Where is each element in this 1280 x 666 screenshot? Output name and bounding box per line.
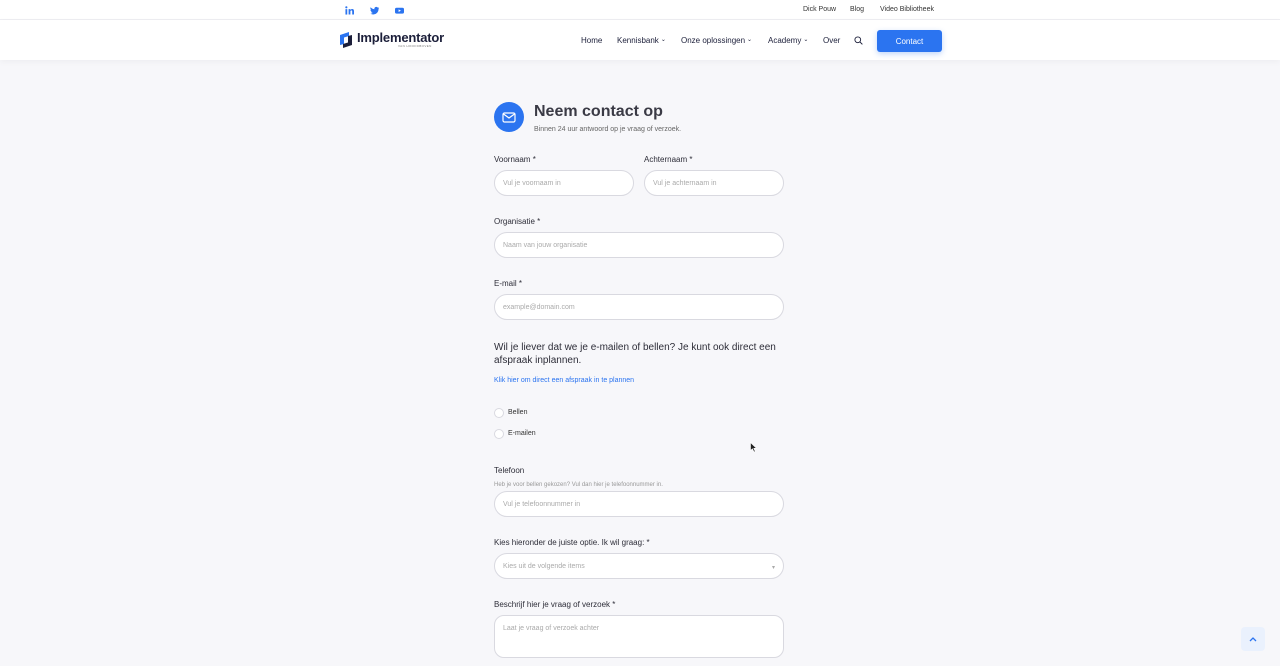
top-link-dick-pouw[interactable]: Dick Pouw <box>803 6 836 13</box>
mouse-cursor-icon <box>750 442 758 453</box>
nav-item-onze-oplossingen[interactable]: Onze oplossingen ⌄ <box>681 36 752 45</box>
phone-label: Telefoon <box>494 466 525 475</box>
top-link-video-bibliotheek[interactable]: Video Bibliotheek <box>880 6 934 13</box>
chevron-down-icon: ⌄ <box>660 37 666 43</box>
radio-bellen[interactable] <box>494 408 504 418</box>
phone-hint: Heb je voor bellen gekozen? Vul dan hier… <box>494 482 663 488</box>
nav-label: Over <box>823 36 841 45</box>
nav-item-academy[interactable]: Academy ⌄ <box>768 36 808 45</box>
nav-item-over[interactable]: Over <box>823 36 840 45</box>
last-name-input[interactable]: Vul je achternaam in <box>644 170 784 196</box>
top-link-blog[interactable]: Blog <box>850 6 864 13</box>
linkedin-icon[interactable] <box>344 5 354 15</box>
nav-item-home[interactable]: Home <box>581 36 602 45</box>
logo-subtitle: VAN HOOFDBOVEN <box>398 44 432 48</box>
top-bar <box>0 0 1280 20</box>
option-select[interactable]: Kies uit de volgende items <box>494 553 784 579</box>
scroll-to-top-button[interactable] <box>1241 627 1265 651</box>
email-input[interactable]: example@domain.com <box>494 294 784 320</box>
first-name-input[interactable]: Vul je voornaam in <box>494 170 634 196</box>
radio-e-mailen[interactable] <box>494 429 504 439</box>
last-name-label: Achternaam * <box>644 155 693 164</box>
schedule-appointment-link[interactable]: Klik hier om direct een afspraak in te p… <box>494 377 634 384</box>
form-subtitle: Binnen 24 uur antwoord op je vraag of ve… <box>534 126 682 133</box>
chevron-down-icon: ⌄ <box>747 37 753 43</box>
nav-label: Kennisbank <box>617 36 659 45</box>
mail-icon <box>494 102 524 132</box>
nav-label: Home <box>581 36 603 45</box>
search-icon[interactable] <box>854 36 863 45</box>
option-label: Kies hieronder de juiste optie. Ik wil g… <box>494 538 650 547</box>
describe-textarea[interactable]: Laat je vraag of verzoek achter <box>494 615 784 658</box>
organisation-label: Organisatie * <box>494 217 541 226</box>
radio-bellen-label[interactable]: Bellen <box>508 409 527 416</box>
chevron-down-icon: ▾ <box>772 565 776 571</box>
logo-icon[interactable] <box>337 31 355 49</box>
contact-button[interactable]: Contact <box>877 30 942 52</box>
phone-input[interactable]: Vul je telefoonnummer in <box>494 491 784 517</box>
radio-e-mailen-label[interactable]: E-mailen <box>508 430 536 437</box>
contact-preference-question: Wil je liever dat we je e-mailen of bell… <box>494 342 776 366</box>
nav-label: Academy <box>768 36 802 45</box>
organisation-input[interactable]: Naam van jouw organisatie <box>494 232 784 258</box>
chevron-up-icon <box>1249 637 1257 642</box>
email-label: E-mail * <box>494 279 523 288</box>
logo-text[interactable]: Implementator <box>357 30 444 45</box>
nav-label: Onze oplossingen <box>681 36 746 45</box>
chevron-down-icon: ⌄ <box>803 37 809 43</box>
youtube-icon[interactable] <box>394 5 404 15</box>
describe-label: Beschrijf hier je vraag of verzoek * <box>494 600 616 609</box>
nav-item-kennisbank[interactable]: Kennisbank ⌄ <box>617 36 666 45</box>
form-title: Neem contact op <box>534 103 663 120</box>
first-name-label: Voornaam * <box>494 155 536 164</box>
twitter-icon[interactable] <box>369 5 379 15</box>
